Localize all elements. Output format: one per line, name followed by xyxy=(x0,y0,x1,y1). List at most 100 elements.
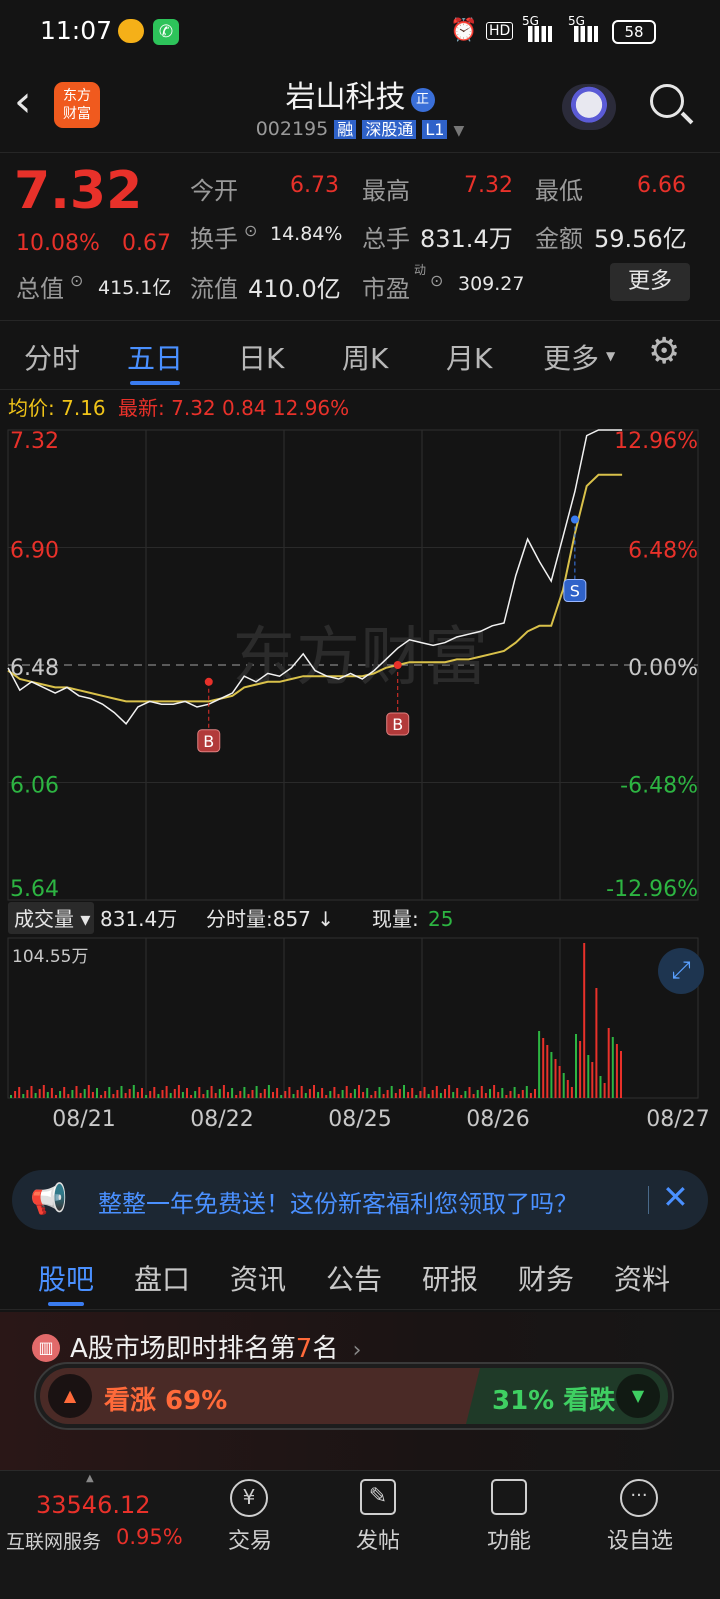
tab-intraday[interactable]: 分时 xyxy=(24,337,80,377)
y-tick-left: 5.64 xyxy=(10,877,59,902)
tab-forum[interactable]: 股吧 xyxy=(38,1258,94,1298)
info-icon[interactable]: ⊙ xyxy=(430,271,443,290)
five-day-chart[interactable]: 均价: 7.16 最新: 7.32 0.84 12.96% 东方财富 7.32 6.… xyxy=(0,390,720,1150)
volume-bar xyxy=(394,1093,397,1098)
volume-bar xyxy=(554,1059,557,1098)
market-rank-card: ▥ A股市场即时排名第7名 › ▲ 看涨 69% 31% 看跌 ▼ xyxy=(0,1312,720,1470)
status-time: 11:07 xyxy=(40,16,113,45)
tab-research[interactable]: 研报 xyxy=(422,1258,478,1298)
volume-bar xyxy=(161,1090,164,1098)
robot-assistant-icon[interactable] xyxy=(562,84,616,130)
rank-link[interactable]: A股市场即时排名第7名 › xyxy=(70,1328,361,1365)
grid-icon xyxy=(491,1479,527,1515)
volume-bar xyxy=(67,1094,70,1098)
index-widget[interactable]: ▲ 33546.12 互联网服务 0.95% xyxy=(0,1471,190,1571)
volume-bar xyxy=(194,1091,197,1098)
volume-bar xyxy=(415,1095,418,1098)
tag-connect: 深股通 xyxy=(362,120,417,139)
back-icon[interactable]: ‹ xyxy=(14,80,32,124)
volume-bar xyxy=(423,1087,426,1098)
tab-financials[interactable]: 财务 xyxy=(518,1258,574,1298)
volume-bar xyxy=(521,1090,524,1098)
amount-value: 59.56亿 xyxy=(594,225,687,253)
tab-announcements[interactable]: 公告 xyxy=(326,1258,382,1298)
volume-bar xyxy=(288,1087,291,1098)
trade-label: 交易 xyxy=(227,1529,272,1554)
volume-bar xyxy=(263,1089,266,1098)
volume-bar xyxy=(22,1094,25,1098)
stock-header: ‹ 东方 财富 岩山科技 正 002195 融 深股通 L1 ▼ xyxy=(0,62,720,152)
volume-bar xyxy=(165,1086,168,1098)
volume-bar xyxy=(120,1086,123,1098)
volume-bar xyxy=(210,1086,213,1098)
info-icon[interactable]: ⊙ xyxy=(244,221,257,240)
volume-bar xyxy=(157,1094,160,1098)
hd-icon: HD xyxy=(486,22,514,40)
bull-arrow-icon[interactable]: ▲ xyxy=(48,1374,92,1418)
volume-bar xyxy=(26,1090,29,1098)
current-volume-label: 现量: xyxy=(372,907,419,931)
volume-bar xyxy=(206,1090,209,1098)
tab-weekly-k[interactable]: 周K xyxy=(342,337,388,377)
volume-bar xyxy=(386,1090,389,1098)
volume-bar xyxy=(517,1094,520,1098)
volume-bar xyxy=(546,1045,549,1098)
volume-bar xyxy=(313,1085,315,1098)
volume-bar xyxy=(427,1094,430,1098)
sentiment-bar: ▲ 看涨 69% 31% 看跌 ▼ xyxy=(34,1362,674,1430)
rank-suffix: 名 xyxy=(312,1334,339,1364)
volume-bar xyxy=(71,1090,74,1098)
volume-bar xyxy=(100,1095,103,1098)
volume-bar xyxy=(353,1089,356,1098)
volume-bar xyxy=(259,1093,262,1098)
volume-bar xyxy=(444,1089,446,1098)
bear-arrow-icon[interactable]: ▼ xyxy=(616,1374,660,1418)
settings-gear-icon[interactable]: ⚙ xyxy=(648,331,680,372)
volume-bar xyxy=(456,1088,459,1098)
search-icon[interactable] xyxy=(650,84,684,118)
volume-bar xyxy=(169,1093,172,1098)
banner-text[interactable]: 整整一年免费送！这份新客福利您领取了吗？ xyxy=(98,1184,578,1219)
info-icon[interactable]: ⊙ xyxy=(70,271,83,290)
expand-chart-button[interactable]: ⤢ xyxy=(658,948,704,994)
promo-banner[interactable]: 📢 整整一年免费送！这份新客福利您领取了吗？ ✕ xyxy=(12,1170,708,1230)
volume-bar xyxy=(452,1092,455,1098)
search-icon-handle xyxy=(680,111,694,125)
more-button[interactable]: 更多 xyxy=(610,263,690,301)
volume-bar xyxy=(14,1091,17,1098)
dropdown-icon[interactable]: ▼ xyxy=(454,123,465,139)
tab-monthly-k[interactable]: 月K xyxy=(446,337,492,377)
volume-bar xyxy=(128,1089,131,1098)
mktcap-label: 总值 xyxy=(16,275,64,303)
y-tick-left: 6.06 xyxy=(10,774,59,799)
y-tick-left: 7.32 xyxy=(10,429,59,454)
y-tick-left: 6.90 xyxy=(10,539,59,564)
volume-bar xyxy=(333,1087,336,1098)
volume-bar xyxy=(132,1085,135,1098)
volume-bar xyxy=(243,1087,246,1098)
sell-marker-label: S xyxy=(570,582,580,601)
close-icon[interactable]: ✕ xyxy=(662,1178,689,1216)
tab-five-day[interactable]: 五日 xyxy=(127,337,183,377)
volume-bar xyxy=(550,1052,553,1098)
volume-bar xyxy=(284,1091,287,1098)
tab-news[interactable]: 资讯 xyxy=(230,1258,286,1298)
volume-bar xyxy=(87,1085,90,1098)
volume-bar xyxy=(308,1089,311,1098)
tab-profile[interactable]: 资料 xyxy=(614,1258,670,1298)
volume-bar xyxy=(431,1090,434,1098)
tab-more[interactable]: 更多 xyxy=(543,337,599,377)
y-tick-right: 0.00% xyxy=(628,656,698,681)
tab-daily-k[interactable]: 日K xyxy=(238,337,284,377)
volume-bar xyxy=(300,1086,303,1098)
x-tick-label: 08/25 xyxy=(328,1107,391,1132)
brand-logo[interactable]: 东方 财富 xyxy=(54,82,100,128)
turnover-value: 14.84% xyxy=(270,223,343,245)
volume-bar xyxy=(280,1095,283,1098)
name-badge: 正 xyxy=(410,88,435,112)
tab-orderbook[interactable]: 盘口 xyxy=(134,1258,190,1298)
volume-bar xyxy=(317,1092,320,1098)
volume-bar xyxy=(570,1087,573,1098)
bottom-toolbar: ▲ 33546.12 互联网服务 0.95% ¥ 交易 ✎ 发帖 功能 ··· … xyxy=(0,1470,720,1599)
battery-icon: 58 xyxy=(612,20,656,44)
